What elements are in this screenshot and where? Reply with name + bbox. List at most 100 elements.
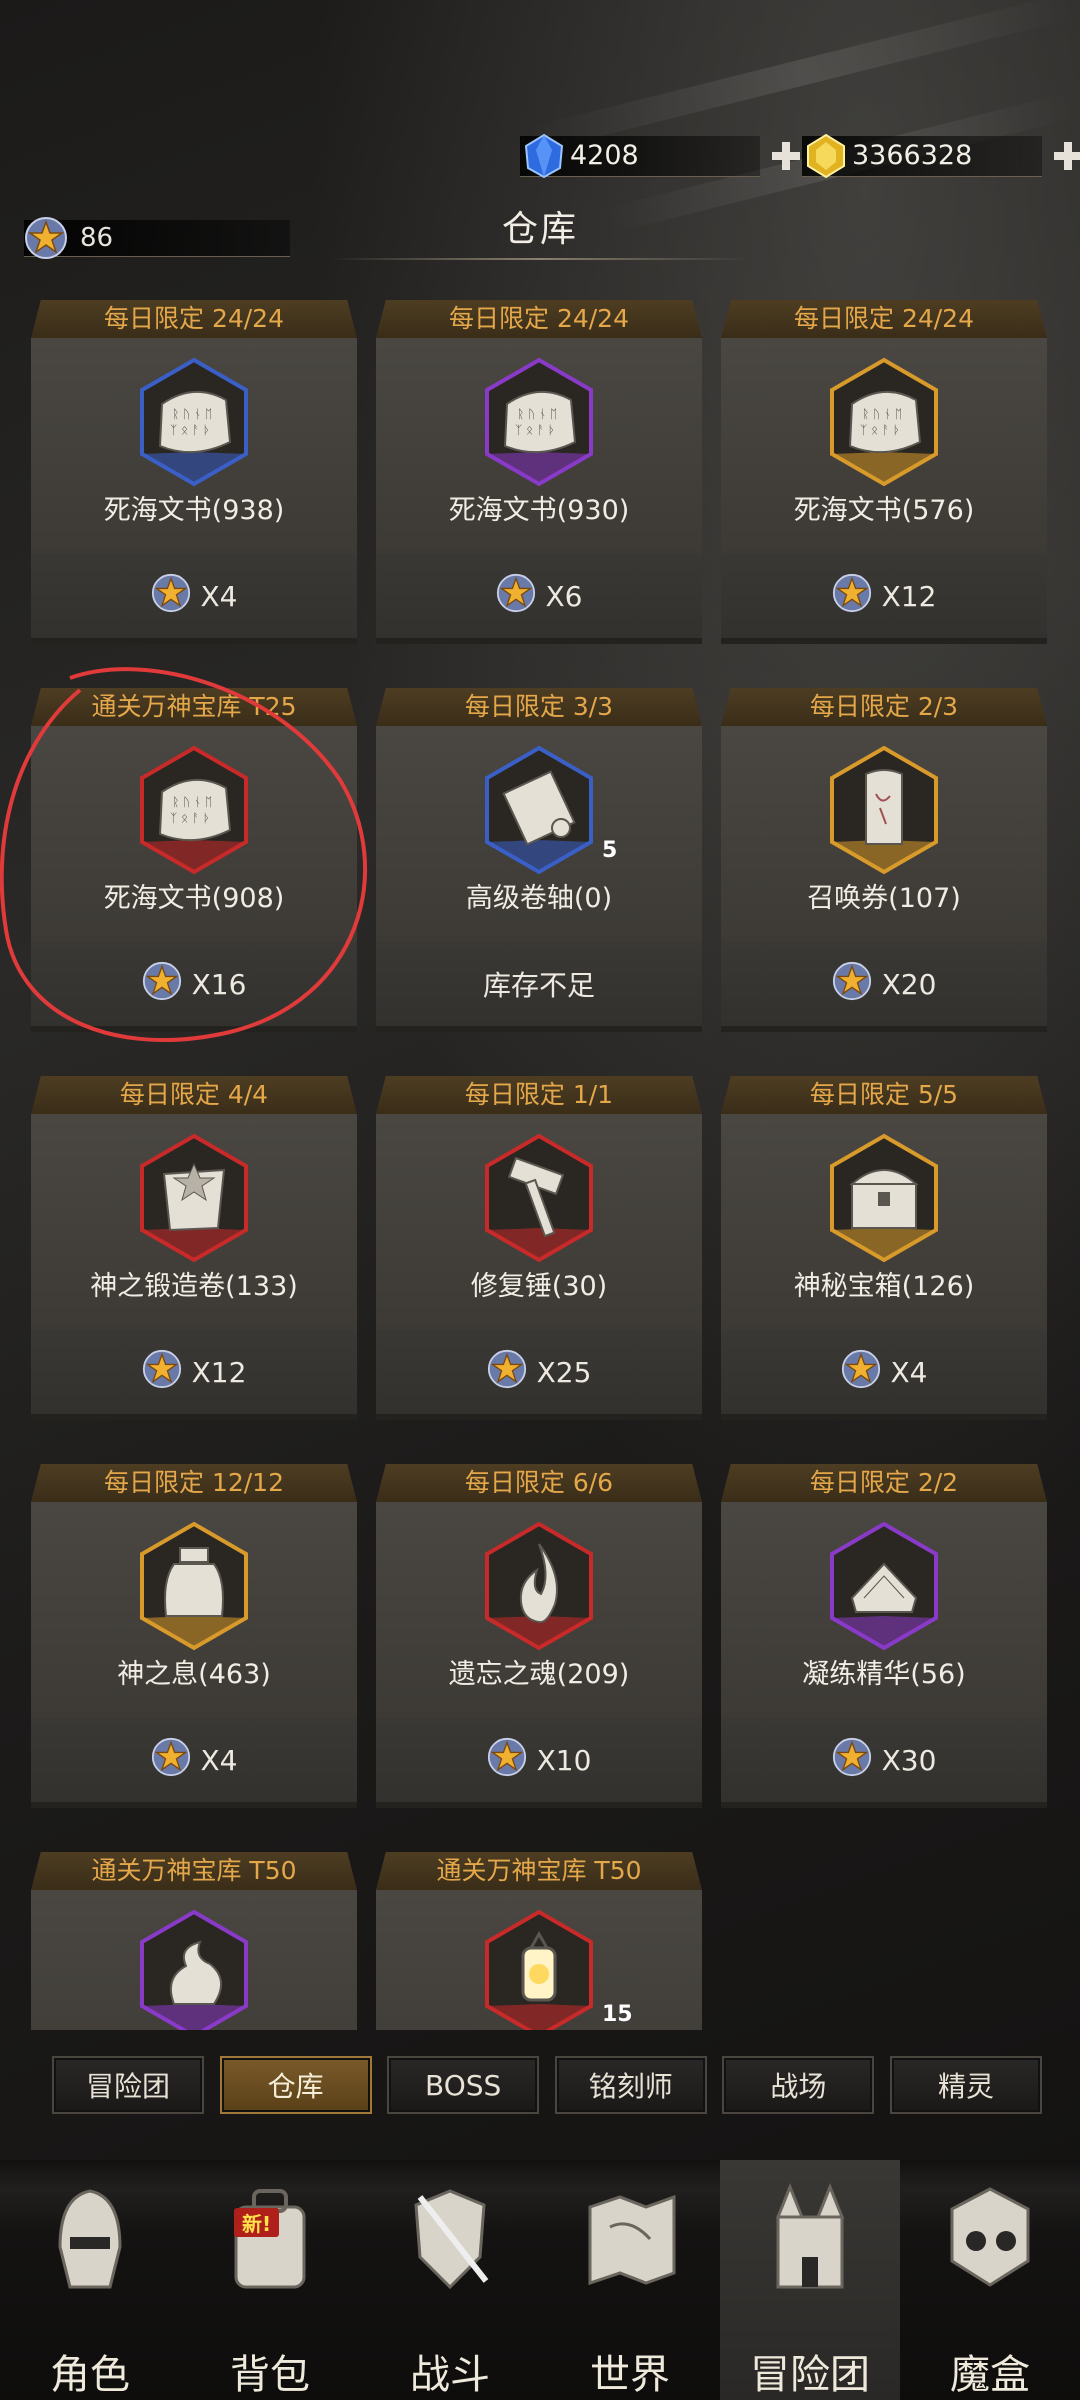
tab-item[interactable]: BOSS bbox=[387, 2056, 540, 2114]
item-name: 神之锻造卷(133) bbox=[90, 1271, 298, 1302]
item-body: 修复锤(30) bbox=[376, 1114, 702, 1330]
item-limit-header: 通关万神宝库 T50 bbox=[31, 1852, 357, 1890]
item-price-button[interactable]: X6 bbox=[376, 554, 702, 638]
shop-item-card[interactable]: 每日限定 24/24 ᚱ ᚢ ᚾ ᛖ ᛉ ᛟ ᚨ ᚦ 死海文书(938) X4 bbox=[31, 300, 357, 644]
item-body: ᚱ ᚢ ᚾ ᛖ ᛉ ᛟ ᚨ ᚦ 死海文书(938) bbox=[31, 338, 357, 554]
item-limit-header: 每日限定 6/6 bbox=[376, 1464, 702, 1502]
card-edge bbox=[721, 1414, 1047, 1420]
shop-item-grid: 每日限定 24/24 ᚱ ᚢ ᚾ ᛖ ᛉ ᛟ ᚨ ᚦ 死海文书(938) X4 每… bbox=[31, 300, 1049, 2030]
item-price: X16 bbox=[191, 967, 247, 1001]
svg-text:ᛉ ᛟ ᚨ ᚦ: ᛉ ᛟ ᚨ ᚦ bbox=[170, 811, 210, 825]
shop-item-card[interactable]: 每日限定 5/5 神秘宝箱(126) X4 bbox=[721, 1076, 1047, 1420]
blue-gem-icon bbox=[524, 133, 564, 179]
shop-item-card[interactable]: 每日限定 24/24 ᚱ ᚢ ᚾ ᛖ ᛉ ᛟ ᚨ ᚦ 死海文书(576) X12 bbox=[721, 300, 1047, 644]
nav-item[interactable]: 角色 bbox=[0, 2160, 180, 2400]
item-price-button[interactable]: X30 bbox=[721, 1718, 1047, 1802]
item-quantity: 15 bbox=[602, 2002, 633, 2027]
shop-item-card[interactable]: 通关万神宝库 T50 15 bbox=[376, 1852, 702, 2030]
item-price-button[interactable]: X25 bbox=[376, 1330, 702, 1414]
shop-item-card[interactable]: 通关万神宝库 T25 ᚱ ᚢ ᚾ ᛖ ᛉ ᛟ ᚨ ᚦ 死海文书(908) X16 bbox=[31, 688, 357, 1032]
item-limit-header: 每日限定 5/5 bbox=[721, 1076, 1047, 1114]
castle-icon bbox=[760, 2172, 860, 2302]
add-gems-plus-icon[interactable] bbox=[768, 138, 804, 174]
item-body: ᚱ ᚢ ᚾ ᛖ ᛉ ᛟ ᚨ ᚦ 死海文书(908) bbox=[31, 726, 357, 942]
item-limit-header: 每日限定 24/24 bbox=[31, 300, 357, 338]
item-price: X25 bbox=[536, 1355, 592, 1389]
shop-item-card[interactable]: 通关万神宝库 T50 bbox=[31, 1852, 357, 2030]
star-coin-icon bbox=[832, 573, 872, 620]
item-price-button[interactable]: X12 bbox=[721, 554, 1047, 638]
shop-item-card[interactable]: 每日限定 24/24 ᚱ ᚢ ᚾ ᛖ ᛉ ᛟ ᚨ ᚦ 死海文书(930) X6 bbox=[376, 300, 702, 644]
item-limit-header: 每日限定 2/3 bbox=[721, 688, 1047, 726]
add-gold-plus-icon[interactable] bbox=[1050, 138, 1080, 174]
item-price: 库存不足 bbox=[482, 969, 595, 1002]
shop-item-card[interactable]: 每日限定 12/12 神之息(463) X4 bbox=[31, 1464, 357, 1808]
star-coin-icon bbox=[151, 1737, 191, 1784]
shop-item-card[interactable]: 每日限定 1/1 修复锤(30) X25 bbox=[376, 1076, 702, 1420]
card-edge bbox=[376, 1802, 702, 1808]
item-limit-header: 通关万神宝库 T50 bbox=[376, 1852, 702, 1890]
nav-label: 世界 bbox=[590, 2352, 670, 2398]
card-edge bbox=[31, 1802, 357, 1808]
item-name: 死海文书(908) bbox=[103, 883, 285, 914]
item-price-button[interactable]: 库存不足 bbox=[376, 942, 702, 1026]
item-price-button[interactable]: X4 bbox=[31, 554, 357, 638]
item-price: X4 bbox=[890, 1355, 928, 1389]
forge-icon bbox=[134, 1132, 254, 1264]
nav-item[interactable]: 世界 bbox=[540, 2160, 720, 2400]
item-name: 遗忘之魂(209) bbox=[448, 1659, 630, 1690]
nav-label: 角色 bbox=[50, 2352, 130, 2398]
shield-swords-icon bbox=[400, 2172, 500, 2302]
item-price: X20 bbox=[881, 967, 937, 1001]
item-name: 死海文书(930) bbox=[448, 495, 630, 526]
item-price-button[interactable]: X12 bbox=[31, 1330, 357, 1414]
shop-item-card[interactable]: 每日限定 3/3 5 高级卷轴(0) 库存不足 bbox=[376, 688, 702, 1032]
jar-icon bbox=[134, 1520, 254, 1652]
item-limit-header: 每日限定 4/4 bbox=[31, 1076, 357, 1114]
tab-item[interactable]: 铭刻师 bbox=[554, 2056, 707, 2114]
shop-item-card[interactable]: 每日限定 2/2 凝练精华(56) X30 bbox=[721, 1464, 1047, 1808]
tablet-icon: ᚱ ᚢ ᚾ ᛖ ᛉ ᛟ ᚨ ᚦ bbox=[824, 356, 944, 488]
backpack-icon bbox=[220, 2172, 320, 2302]
star-coin-icon bbox=[151, 573, 191, 620]
helmet-icon bbox=[40, 2172, 140, 2302]
star-coin-icon bbox=[142, 961, 182, 1008]
shop-item-card[interactable]: 每日限定 2/3 召唤券(107) X20 bbox=[721, 688, 1047, 1032]
item-price-button[interactable]: X10 bbox=[376, 1718, 702, 1802]
svg-text:ᚱ ᚢ ᚾ ᛖ: ᚱ ᚢ ᚾ ᛖ bbox=[172, 407, 212, 421]
item-body: 神之息(463) bbox=[31, 1502, 357, 1718]
item-limit-header: 每日限定 2/2 bbox=[721, 1464, 1047, 1502]
item-price-button[interactable]: X4 bbox=[31, 1718, 357, 1802]
tab-active[interactable]: 仓库 bbox=[219, 2056, 372, 2114]
nav-label: 冒险团 bbox=[750, 2352, 870, 2398]
item-price-button[interactable]: X20 bbox=[721, 942, 1047, 1026]
item-price: X12 bbox=[191, 1355, 247, 1389]
tab-item[interactable]: 战场 bbox=[722, 2056, 875, 2114]
item-price: X12 bbox=[881, 579, 937, 613]
card-edge bbox=[721, 1026, 1047, 1032]
nav-item[interactable]: 魔盒 bbox=[900, 2160, 1080, 2400]
nav-item[interactable]: 冒险团 bbox=[720, 2160, 900, 2400]
item-body: 遗忘之魂(209) bbox=[376, 1502, 702, 1718]
shop-item-card[interactable]: 每日限定 6/6 遗忘之魂(209) X10 bbox=[376, 1464, 702, 1808]
tab-item[interactable]: 冒险团 bbox=[52, 2056, 204, 2114]
item-name: 召唤券(107) bbox=[807, 883, 961, 914]
gem-currency: 4208 bbox=[520, 132, 804, 180]
sub-tab-bar: 冒险团 仓库 BOSS 铭刻师 战场 精灵 bbox=[52, 2056, 1042, 2114]
title-divider bbox=[330, 258, 750, 260]
shop-item-card[interactable]: 每日限定 4/4 神之锻造卷(133) X12 bbox=[31, 1076, 357, 1420]
item-price-button[interactable]: X16 bbox=[31, 942, 357, 1026]
item-quantity: 5 bbox=[602, 838, 618, 863]
item-body: ᚱ ᚢ ᚾ ᛖ ᛉ ᛟ ᚨ ᚦ 死海文书(930) bbox=[376, 338, 702, 554]
spirit-icon bbox=[134, 1908, 254, 2030]
nav-item[interactable]: 新! 背包 bbox=[180, 2160, 360, 2400]
star-coin-icon bbox=[487, 1349, 527, 1396]
item-price-button[interactable]: X4 bbox=[721, 1330, 1047, 1414]
item-body: ᚱ ᚢ ᚾ ᛖ ᛉ ᛟ ᚨ ᚦ 死海文书(576) bbox=[721, 338, 1047, 554]
item-name: 神秘宝箱(126) bbox=[793, 1271, 975, 1302]
star-coin-icon bbox=[832, 961, 872, 1008]
map-icon bbox=[580, 2172, 680, 2302]
item-price: X4 bbox=[200, 1743, 238, 1777]
tab-item[interactable]: 精灵 bbox=[889, 2056, 1042, 2114]
nav-item[interactable]: 战斗 bbox=[360, 2160, 540, 2400]
